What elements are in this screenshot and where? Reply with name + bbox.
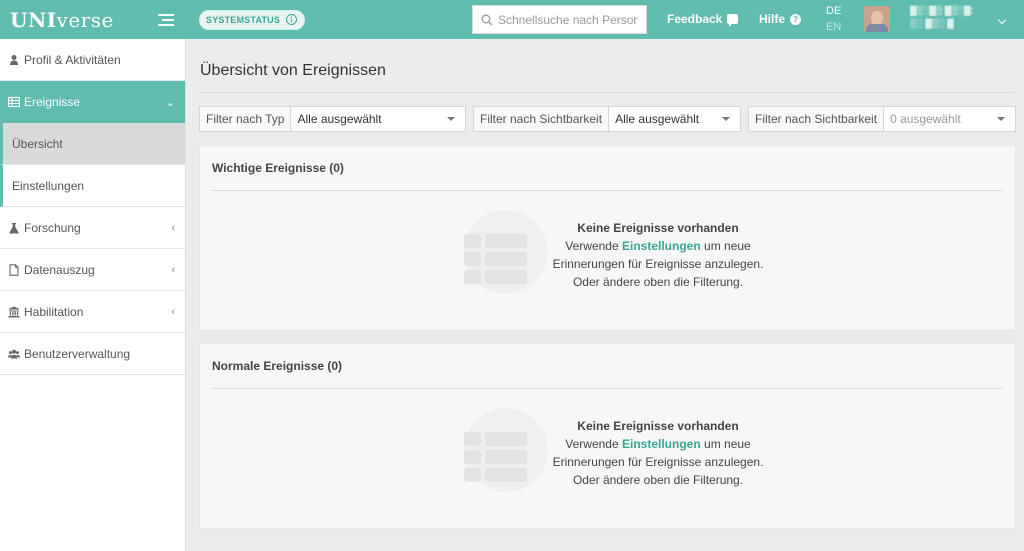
settings-link[interactable]: Einstellungen <box>622 437 701 451</box>
normal-events-panel: Normale Ereignisse (0) Keine Ereignisse … <box>199 343 1016 529</box>
sidebar-item-label: Profil & Aktivitäten <box>24 52 121 67</box>
system-status-label: SYSTEMSTATUS <box>206 14 281 25</box>
sidebar-item-label: Einstellungen <box>12 178 85 193</box>
table-icon <box>8 96 20 108</box>
flask-icon <box>9 222 19 233</box>
file-icon <box>9 263 19 276</box>
divider <box>212 190 1003 191</box>
user-icon <box>10 54 18 65</box>
caret-down-icon <box>447 117 455 121</box>
sidebar-item-label: Datenauszug <box>24 262 95 277</box>
settings-link[interactable]: Einstellungen <box>622 239 701 253</box>
sidebar-item-label: Habilitation <box>24 304 84 319</box>
caret-down-icon <box>722 117 730 121</box>
sidebar-subitem-settings[interactable]: Einstellungen <box>0 165 185 207</box>
brand-area: UNIverse <box>0 0 186 39</box>
sidebar: Profil & Aktivitäten Ereignisse ⌄ Übersi… <box>0 39 186 551</box>
chevron-down-icon: ⌄ <box>165 96 175 109</box>
sidebar-item-data-export[interactable]: Datenauszug ‹ <box>0 249 185 291</box>
users-icon <box>8 349 20 358</box>
filter-visibility[interactable]: Filter nach Sichtbarkeit Alle ausgewählt <box>473 106 741 132</box>
sidebar-item-label: Benutzerverwaltung <box>24 346 131 361</box>
search-input[interactable] <box>498 12 638 27</box>
sidebar-item-habilitation[interactable]: Habilitation ‹ <box>0 291 185 333</box>
lang-en[interactable]: EN <box>826 19 841 35</box>
divider <box>200 92 1015 93</box>
empty-table-icon <box>464 210 548 294</box>
divider <box>212 388 1003 389</box>
chevron-left-icon: ‹ <box>171 263 175 276</box>
panel-title: Normale Ereignisse (0) <box>212 359 343 373</box>
avatar[interactable] <box>864 6 890 32</box>
filter-type[interactable]: Filter nach Typ Alle ausgewählt <box>199 106 466 132</box>
caret-down-icon <box>997 117 1005 121</box>
filter-label: Filter nach Sichtbarkeit <box>474 107 610 131</box>
main-content: Übersicht von Ereignissen Filter nach Ty… <box>187 39 1024 551</box>
language-switcher: DE EN <box>826 3 841 35</box>
filter-value: Alle ausgewählt <box>297 112 382 126</box>
sidebar-item-label: Forschung <box>24 220 81 235</box>
filter-value: 0 ausgewählt <box>890 112 961 126</box>
sidebar-item-label: Übersicht <box>12 136 63 151</box>
comment-icon <box>727 14 739 27</box>
sidebar-item-user-management[interactable]: Benutzerverwaltung <box>0 333 185 375</box>
help-link[interactable]: Hilfe ? <box>759 12 802 26</box>
sidebar-item-events[interactable]: Ereignisse ⌄ <box>0 81 185 123</box>
quick-search[interactable] <box>472 5 647 34</box>
system-status-badge[interactable]: SYSTEMSTATUS i <box>199 9 306 30</box>
empty-state-message: Keine Ereignisse vorhanden Verwende Eins… <box>552 221 764 289</box>
help-label: Hilfe <box>759 12 786 26</box>
question-icon: ? <box>790 13 802 25</box>
filter-label: Filter nach Typ <box>200 107 292 131</box>
page-title: Übersicht von Ereignissen <box>200 62 386 79</box>
feedback-link[interactable]: Feedback <box>667 12 739 27</box>
brand-logo[interactable]: UNIverse <box>10 8 114 32</box>
feedback-label: Feedback <box>667 12 723 26</box>
filter-value: Alle ausgewählt <box>615 112 700 126</box>
chevron-left-icon: ‹ <box>171 305 175 318</box>
sidebar-item-profile[interactable]: Profil & Aktivitäten <box>0 39 185 81</box>
important-events-panel: Wichtige Ereignisse (0) Keine Ereignisse… <box>199 145 1016 331</box>
university-icon <box>8 306 20 317</box>
sidebar-item-label: Ereignisse <box>24 95 81 109</box>
search-icon <box>481 14 493 25</box>
empty-table-icon <box>464 408 548 492</box>
user-name[interactable]: ▓▒░▓▒ ▓▒░▓: ▒░ ▓▒░ ▓ <box>910 4 1010 30</box>
top-bar: UNIverse SYSTEMSTATUS i Feedback Hilfe ?… <box>0 0 1024 39</box>
chevron-left-icon: ‹ <box>171 221 175 234</box>
panel-title: Wichtige Ereignisse (0) <box>212 161 344 175</box>
filter-visibility-2[interactable]: Filter nach Sichtbarkeit 0 ausgewählt <box>748 106 1016 132</box>
menu-toggle-icon[interactable] <box>158 13 174 26</box>
filter-label: Filter nach Sichtbarkeit <box>749 107 885 131</box>
info-icon: i <box>286 14 298 25</box>
lang-de[interactable]: DE <box>826 3 841 19</box>
empty-state-message: Keine Ereignisse vorhanden Verwende Eins… <box>552 419 764 487</box>
sidebar-item-research[interactable]: Forschung ‹ <box>0 207 185 249</box>
sidebar-subitem-overview[interactable]: Übersicht <box>0 123 185 165</box>
